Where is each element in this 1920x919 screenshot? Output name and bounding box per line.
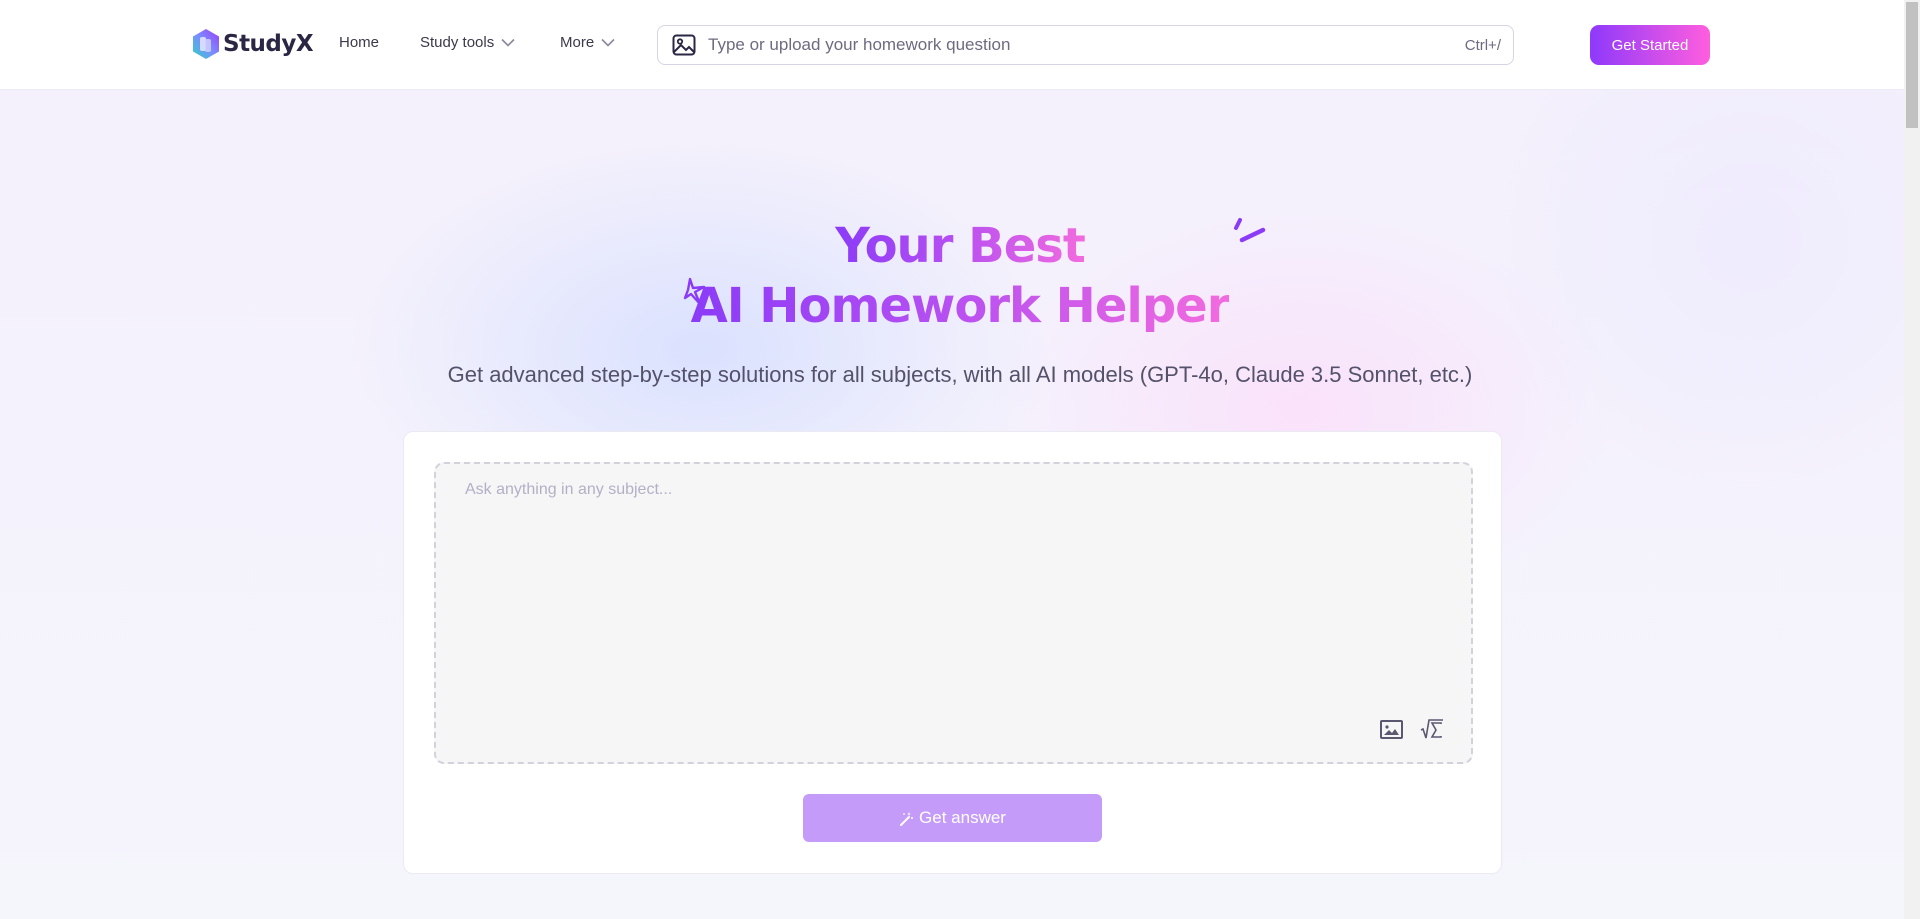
nav-home-label: Home — [339, 34, 380, 51]
hero-title-line2-text: AI Homework Helper — [690, 278, 1231, 334]
get-answer-label: Get answer — [919, 808, 1006, 827]
magic-wand-icon — [900, 811, 914, 826]
homework-search-input[interactable] — [708, 35, 1408, 55]
question-textarea[interactable] — [436, 464, 1471, 762]
search-shortcut-hint: Ctrl+/ — [1464, 36, 1501, 54]
nav-more[interactable]: More — [560, 34, 615, 51]
hero-subtitle: Get advanced step-by-step solutions for … — [447, 362, 1473, 387]
top-nav: StudyX Home Study tools More Ctrl+/ Get … — [0, 0, 1904, 90]
chevron-down-icon — [601, 38, 615, 47]
hero-title-line1-text: Your Best — [835, 218, 1086, 274]
homework-search-bar[interactable]: Ctrl+/ — [657, 25, 1514, 65]
nav-more-label: More — [560, 34, 595, 51]
chevron-down-icon — [501, 38, 515, 47]
hero-title-line2: AI Homework Helper — [0, 278, 1920, 334]
question-card: Get answer — [403, 431, 1502, 874]
scrollbar-thumb[interactable] — [1906, 2, 1918, 128]
sparkle-icon — [683, 277, 706, 306]
image-icon[interactable] — [1380, 720, 1403, 739]
page-scrollbar[interactable] — [1904, 0, 1920, 919]
logo[interactable]: StudyX — [192, 28, 314, 60]
get-answer-button[interactable]: Get answer — [803, 794, 1102, 842]
question-input-area[interactable] — [434, 462, 1473, 764]
get-started-button[interactable]: Get Started — [1590, 25, 1710, 65]
hero-title-line1: Your Best — [0, 218, 1920, 274]
image-upload-icon[interactable] — [672, 34, 696, 56]
logo-hexagon-icon — [193, 29, 219, 59]
formula-icon[interactable] — [1420, 718, 1444, 740]
nav-study-tools[interactable]: Study tools — [420, 34, 515, 51]
brand-name: StudyX — [223, 31, 314, 57]
nav-study-tools-label: Study tools — [420, 34, 495, 51]
nav-home[interactable]: Home — [339, 34, 379, 51]
accent-dashes-icon — [1234, 218, 1266, 243]
